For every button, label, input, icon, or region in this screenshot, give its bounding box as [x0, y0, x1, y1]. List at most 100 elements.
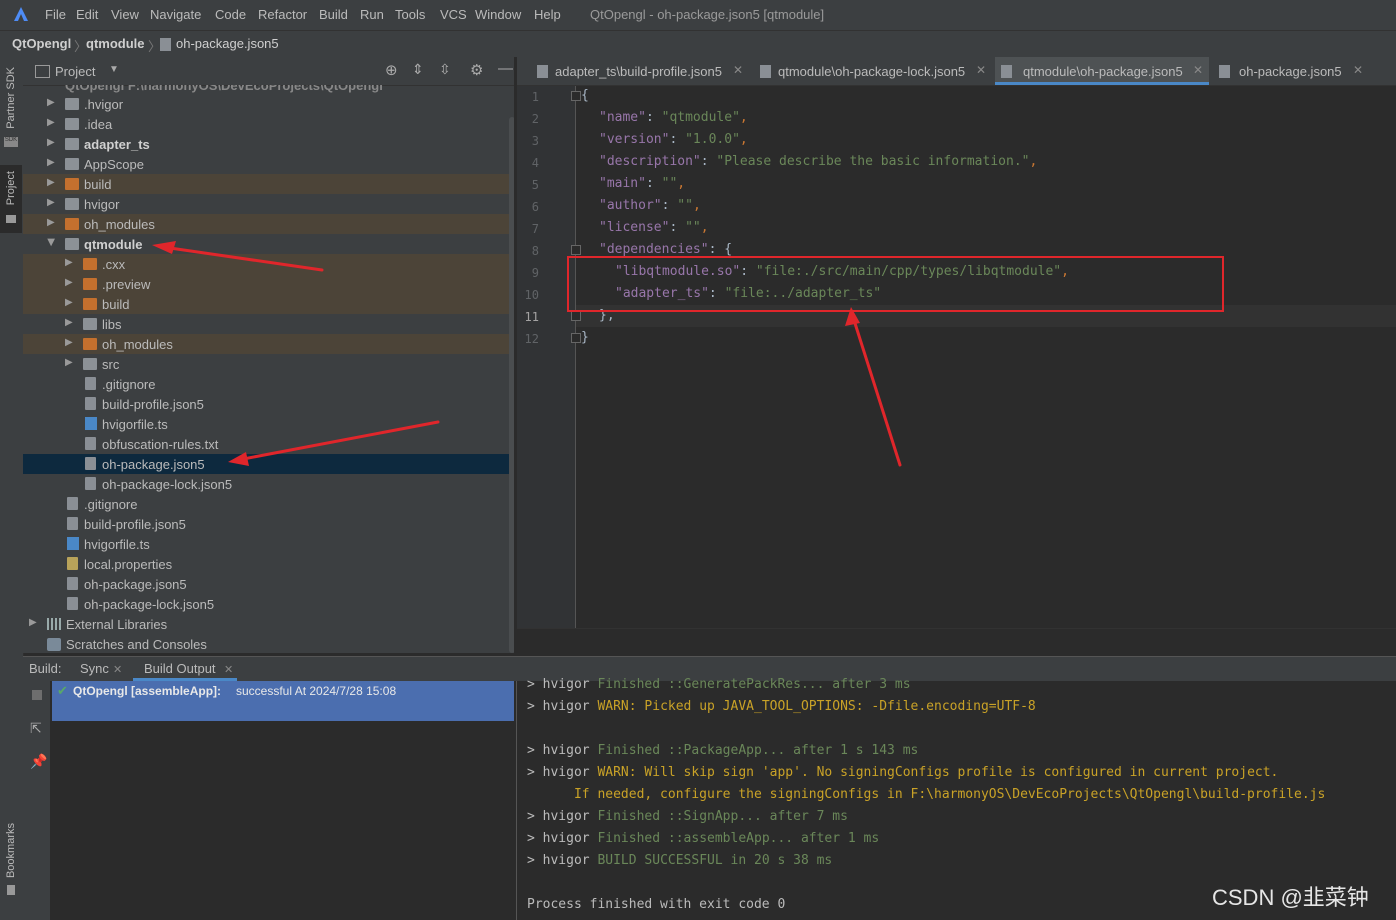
chevron-right-icon[interactable]: ▶ [65, 317, 73, 328]
chevron-right-icon[interactable]: ▶ [47, 217, 55, 228]
tab-sync[interactable]: Sync [80, 661, 109, 676]
tree-row[interactable]: hvigorfile.ts [23, 534, 516, 554]
tree-row[interactable]: build-profile.json5 [23, 514, 516, 534]
gear-icon[interactable]: ⚙ [470, 61, 483, 79]
chevron-down-icon[interactable]: ▶ [45, 239, 56, 247]
code-editor[interactable]: 1 2 3 4 5 6 7 8 9 10 11 12 { "name": "qt… [517, 86, 1396, 628]
code-line: "dependencies": { [599, 242, 732, 257]
build-result-row[interactable]: ✔ QtOpengl [assembleApp]: successful At … [52, 681, 514, 721]
close-icon[interactable]: ✕ [113, 663, 122, 676]
stop-icon[interactable] [32, 690, 42, 700]
tree-row[interactable]: ▶ libs [23, 314, 516, 334]
tree-row[interactable]: oh-package-lock.json5 [23, 474, 516, 494]
chevron-right-icon[interactable]: ▶ [47, 137, 55, 148]
tree-label: local.properties [84, 557, 173, 572]
menu-vcs[interactable]: VCS [440, 7, 467, 22]
code-line: } [581, 330, 589, 345]
tree-row[interactable]: ▶ hvigor [23, 194, 516, 214]
menu-tools[interactable]: Tools [395, 7, 425, 22]
breadcrumb-project[interactable]: QtOpengl [12, 36, 71, 51]
menu-edit[interactable]: Edit [76, 7, 98, 22]
chevron-right-icon[interactable]: ▶ [47, 157, 55, 168]
tree-row[interactable]: ▶ AppScope [23, 154, 516, 174]
menu-view[interactable]: View [111, 7, 139, 22]
tree-row[interactable]: ▶ oh_modules [23, 214, 516, 234]
chevron-right-icon[interactable]: ▶ [47, 117, 55, 128]
menu-build[interactable]: Build [319, 7, 348, 22]
tree-row[interactable]: ▶ .idea [23, 114, 516, 134]
chevron-right-icon[interactable]: ▶ [65, 297, 73, 308]
minimize-icon[interactable]: — [498, 60, 513, 77]
project-panel-title[interactable]: Project [55, 64, 95, 79]
tree-row[interactable]: ▶ build [23, 294, 516, 314]
chevron-right-icon[interactable]: ▶ [65, 337, 73, 348]
tree-row[interactable]: obfuscation-rules.txt [23, 434, 516, 454]
editor-tab-active[interactable]: qtmodule\oh-package.json5 ✕ [995, 57, 1209, 85]
menu-help[interactable]: Help [534, 7, 561, 22]
chevron-right-icon[interactable]: ▶ [47, 197, 55, 208]
line-number: 2 [531, 112, 539, 126]
fold-icon[interactable] [571, 333, 581, 343]
tree-row[interactable]: oh-package-lock.json5 [23, 594, 516, 614]
locate-icon[interactable]: ⊕ [385, 61, 398, 79]
editor-tab[interactable]: adapter_ts\build-profile.json5 ✕ [531, 57, 749, 85]
tree-row[interactable]: ▶ adapter_ts [23, 134, 516, 154]
chevron-right-icon[interactable]: ▶ [65, 357, 73, 368]
fold-icon[interactable] [571, 91, 581, 101]
tree-row[interactable]: ▶ qtmodule [23, 234, 516, 254]
breadcrumb-module[interactable]: qtmodule [86, 36, 145, 51]
chevron-right-icon[interactable]: ▶ [47, 177, 55, 188]
editor-tab[interactable]: oh-package.json5 ✕ [1213, 57, 1393, 85]
tree-row[interactable]: ▶ .hvigor [23, 94, 516, 114]
json-key: "license" [599, 220, 670, 235]
tree-row[interactable]: ▶ build [23, 174, 516, 194]
close-icon[interactable]: ✕ [1193, 63, 1203, 77]
project-tab[interactable]: Project [5, 171, 17, 205]
output-line: > hvigor Finished ::assembleApp... after… [527, 831, 880, 846]
close-icon[interactable]: ✕ [224, 663, 233, 676]
expand-all-icon[interactable]: ⇕ [412, 61, 424, 78]
menu-file[interactable]: File [45, 7, 66, 22]
tree-row[interactable]: hvigorfile.ts [23, 414, 516, 434]
tree-row[interactable]: .gitignore [23, 374, 516, 394]
chevron-right-icon[interactable]: ▶ [29, 617, 37, 628]
tree-row[interactable]: ▶ External Libraries [23, 614, 516, 634]
breadcrumb-file[interactable]: oh-package.json5 [176, 36, 279, 51]
collapse-all-icon[interactable]: ⇳ [439, 61, 451, 78]
tree-row[interactable]: local.properties [23, 554, 516, 574]
folder-icon [65, 98, 79, 110]
tree-label: src [102, 357, 120, 372]
chevron-right-icon[interactable]: ▶ [65, 277, 73, 288]
chevron-right-icon[interactable]: ▶ [47, 97, 55, 108]
tree-row[interactable]: Scratches and Consoles [23, 634, 516, 653]
pin-icon[interactable]: 📌 [30, 753, 47, 770]
fold-icon[interactable] [571, 311, 581, 321]
close-icon[interactable]: ✕ [1353, 63, 1363, 77]
ts-file-icon [85, 417, 97, 430]
tree-row[interactable]: ▶ .preview [23, 274, 516, 294]
menu-navigate[interactable]: Navigate [150, 7, 201, 22]
tree-row[interactable]: build-profile.json5 [23, 394, 516, 414]
tree-row[interactable]: oh-package.json5 [23, 574, 516, 594]
tab-build-output[interactable]: Build Output [144, 661, 216, 676]
bookmarks-tab[interactable]: Bookmarks [5, 823, 17, 878]
tree-row-selected[interactable]: oh-package.json5 [23, 454, 516, 474]
chevron-right-icon[interactable]: ▶ [65, 257, 73, 268]
tree-row[interactable]: ▶ .cxx [23, 254, 516, 274]
code-token: { [581, 88, 589, 103]
chevron-down-icon[interactable]: ▼ [109, 64, 119, 75]
partner-sdk-tab[interactable]: Partner SDK [5, 67, 17, 129]
tree-row[interactable]: ▶ oh_modules [23, 334, 516, 354]
menu-run[interactable]: Run [360, 7, 384, 22]
menu-code[interactable]: Code [215, 7, 246, 22]
menu-window[interactable]: Window [475, 7, 521, 22]
tree-row[interactable]: .gitignore [23, 494, 516, 514]
menu-refactor[interactable]: Refactor [258, 7, 307, 22]
fold-icon[interactable] [571, 245, 581, 255]
open-external-icon[interactable]: ⇱ [30, 720, 42, 737]
line-number: 10 [524, 288, 539, 302]
close-icon[interactable]: ✕ [733, 63, 743, 77]
tree-row[interactable]: ▶ src [23, 354, 516, 374]
editor-tab[interactable]: qtmodule\oh-package-lock.json5 ✕ [754, 57, 992, 85]
close-icon[interactable]: ✕ [976, 63, 986, 77]
